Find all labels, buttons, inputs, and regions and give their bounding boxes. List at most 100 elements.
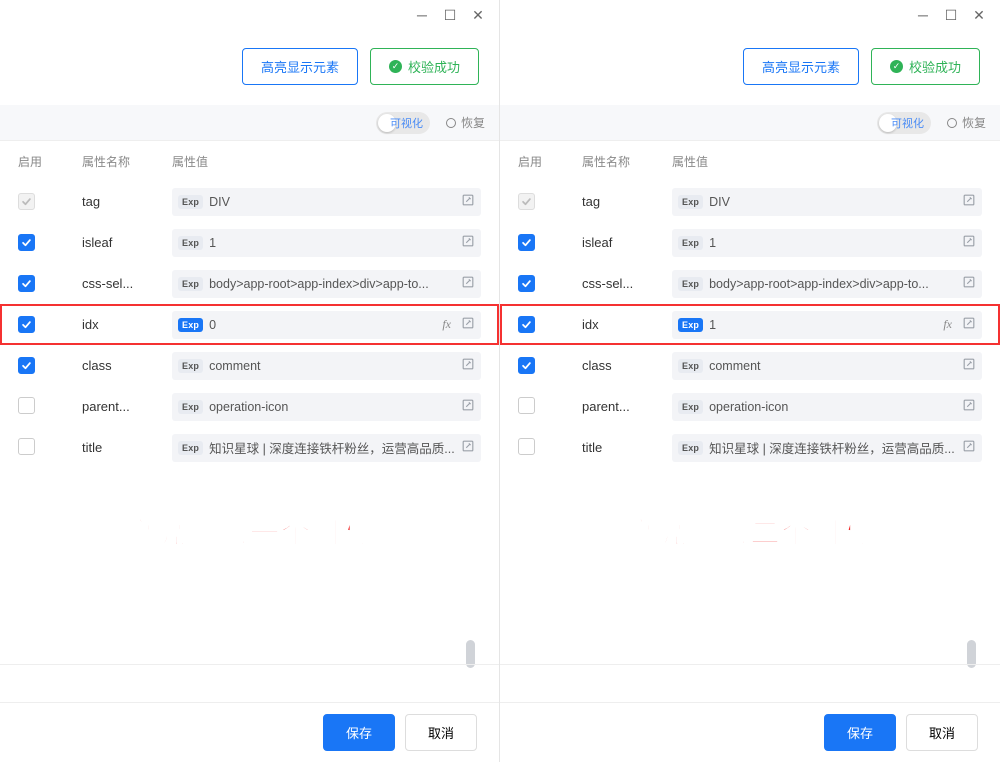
edit-icon[interactable]	[461, 275, 475, 292]
col-name: 属性名称	[82, 153, 172, 170]
maximize-icon[interactable]: ☐	[443, 8, 457, 22]
enable-checkbox[interactable]	[518, 397, 535, 414]
validate-label: 校验成功	[909, 57, 961, 76]
attr-value-cell[interactable]: Exp 1	[172, 229, 481, 257]
attr-value-cell[interactable]: Exp 1	[672, 229, 982, 257]
table-row: css-sel... Exp body>app-root>app-index>d…	[500, 263, 1000, 304]
enable-checkbox[interactable]	[18, 397, 35, 414]
attr-value-cell[interactable]: Exp comment	[172, 352, 481, 380]
cancel-button[interactable]: 取消	[906, 714, 978, 751]
edit-icon[interactable]	[461, 439, 475, 456]
save-button[interactable]: 保存	[323, 714, 395, 751]
attr-name: tag	[582, 194, 672, 209]
exp-badge: Exp	[178, 441, 203, 455]
edit-icon[interactable]	[461, 357, 475, 374]
validate-label: 校验成功	[408, 57, 460, 76]
enable-checkbox[interactable]	[518, 234, 535, 251]
attr-value-cell[interactable]: Exp 知识星球 | 深度连接铁杆粉丝，运营高品质...	[172, 434, 481, 462]
annotation-caption: 高亮到第二个目标	[500, 508, 1000, 552]
footer: 保存 取消	[500, 702, 1000, 762]
edit-icon[interactable]	[962, 439, 976, 456]
edit-icon[interactable]	[962, 357, 976, 374]
exp-badge: Exp	[178, 318, 203, 332]
attr-value-cell[interactable]: Exp DIV	[172, 188, 481, 216]
visual-toggle[interactable]: 可视化	[376, 112, 430, 134]
attr-name: isleaf	[582, 235, 672, 250]
enable-checkbox[interactable]	[18, 275, 35, 292]
save-button[interactable]: 保存	[824, 714, 896, 751]
table-row: tag Exp DIV	[0, 181, 499, 222]
attr-value-cell[interactable]: Exp 知识星球 | 深度连接铁杆粉丝，运营高品质...	[672, 434, 982, 462]
edit-icon[interactable]	[962, 275, 976, 292]
attr-value: operation-icon	[709, 400, 956, 414]
attr-value-cell[interactable]: Exp operation-icon	[672, 393, 982, 421]
close-icon[interactable]: ✕	[972, 8, 986, 22]
table-row: isleaf Exp 1	[0, 222, 499, 263]
fx-icon: fx	[943, 317, 952, 332]
minimize-icon[interactable]: ─	[916, 8, 930, 22]
edit-icon[interactable]	[962, 234, 976, 251]
edit-icon[interactable]	[461, 398, 475, 415]
restore-button[interactable]: 恢复	[947, 114, 986, 131]
enable-checkbox[interactable]	[518, 316, 535, 333]
attr-value: 知识星球 | 深度连接铁杆粉丝，运营高品质...	[209, 438, 455, 457]
validate-success-button[interactable]: ✓ 校验成功	[871, 48, 980, 85]
attr-name: idx	[82, 317, 172, 332]
exp-badge: Exp	[678, 236, 703, 250]
attr-value: body>app-root>app-index>div>app-to...	[709, 277, 956, 291]
table-row: title Exp 知识星球 | 深度连接铁杆粉丝，运营高品质...	[0, 427, 499, 468]
highlight-element-button[interactable]: 高亮显示元素	[743, 48, 859, 85]
cancel-button[interactable]: 取消	[405, 714, 477, 751]
enable-checkbox[interactable]	[518, 275, 535, 292]
edit-icon[interactable]	[461, 316, 475, 333]
window-controls: ─ ☐ ✕	[500, 0, 1000, 30]
edit-icon[interactable]	[962, 193, 976, 210]
check-circle-icon: ✓	[890, 60, 903, 73]
pane: ─ ☐ ✕ 高亮显示元素 ✓ 校验成功 可视化 恢复 启用 属性名称 属性值	[0, 0, 500, 762]
attr-value: comment	[709, 359, 956, 373]
col-enable: 启用	[18, 153, 82, 170]
visual-toggle[interactable]: 可视化	[877, 112, 931, 134]
check-circle-icon: ✓	[389, 60, 402, 73]
edit-icon[interactable]	[962, 316, 976, 333]
attr-value: DIV	[209, 195, 455, 209]
minimize-icon[interactable]: ─	[415, 8, 429, 22]
restore-icon	[947, 118, 957, 128]
restore-button[interactable]: 恢复	[446, 114, 485, 131]
edit-icon[interactable]	[461, 234, 475, 251]
edit-icon[interactable]	[962, 398, 976, 415]
maximize-icon[interactable]: ☐	[944, 8, 958, 22]
enable-checkbox[interactable]	[518, 357, 535, 374]
validate-success-button[interactable]: ✓ 校验成功	[370, 48, 479, 85]
divider	[0, 664, 499, 702]
attr-value-cell[interactable]: Exp DIV	[672, 188, 982, 216]
attr-value-cell[interactable]: Exp comment	[672, 352, 982, 380]
edit-icon[interactable]	[461, 193, 475, 210]
table-row: title Exp 知识星球 | 深度连接铁杆粉丝，运营高品质...	[500, 427, 1000, 468]
annotation-caption: 高亮到第一个目标	[0, 508, 499, 552]
enable-checkbox[interactable]	[18, 234, 35, 251]
restore-icon	[446, 118, 456, 128]
attr-value: DIV	[709, 195, 956, 209]
attr-value-cell[interactable]: Exp body>app-root>app-index>div>app-to..…	[172, 270, 481, 298]
divider	[500, 664, 1000, 702]
attr-value-cell[interactable]: Exp 0 fx	[172, 311, 481, 339]
table-row: idx Exp 1 fx	[500, 304, 1000, 345]
attr-value-cell[interactable]: Exp body>app-root>app-index>div>app-to..…	[672, 270, 982, 298]
enable-checkbox[interactable]	[518, 438, 535, 455]
enable-checkbox[interactable]	[18, 438, 35, 455]
attr-value-cell[interactable]: Exp 1 fx	[672, 311, 982, 339]
attr-name: class	[582, 358, 672, 373]
enable-checkbox[interactable]	[18, 316, 35, 333]
col-name: 属性名称	[582, 153, 672, 170]
exp-badge: Exp	[178, 195, 203, 209]
attr-name: title	[582, 440, 672, 455]
table-header: 启用 属性名称 属性值	[0, 141, 499, 181]
attr-value-cell[interactable]: Exp operation-icon	[172, 393, 481, 421]
exp-badge: Exp	[678, 318, 703, 332]
close-icon[interactable]: ✕	[471, 8, 485, 22]
table-row: idx Exp 0 fx	[0, 304, 499, 345]
attr-value: 知识星球 | 深度连接铁杆粉丝，运营高品质...	[709, 438, 956, 457]
highlight-element-button[interactable]: 高亮显示元素	[242, 48, 358, 85]
enable-checkbox[interactable]	[18, 357, 35, 374]
